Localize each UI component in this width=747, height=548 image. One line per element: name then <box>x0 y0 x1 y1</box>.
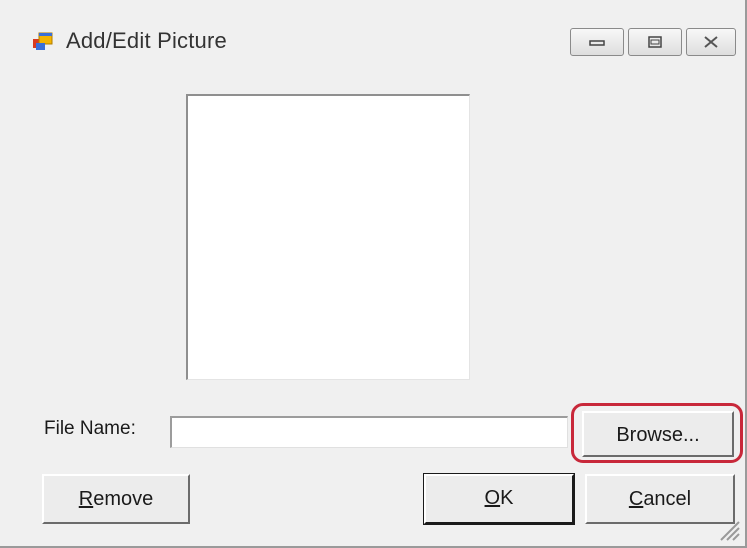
remove-button[interactable]: Remove <box>42 474 190 524</box>
remove-label-rest: emove <box>93 488 154 510</box>
ok-mnemonic: O <box>484 487 501 509</box>
remove-mnemonic: R <box>78 488 94 510</box>
window-title: Add/Edit Picture <box>66 28 227 53</box>
maximize-button[interactable] <box>628 28 682 56</box>
add-edit-picture-dialog: Add/Edit Picture File Name: Browse... Re… <box>0 0 747 548</box>
resize-grip-icon[interactable] <box>715 516 741 542</box>
app-window-icon <box>32 31 54 53</box>
cancel-button[interactable]: Cancel <box>585 474 735 524</box>
cancel-mnemonic: C <box>628 488 644 510</box>
file-name-label: File Name: <box>44 418 136 439</box>
picture-preview <box>186 94 470 380</box>
ok-label-rest: K <box>500 487 514 509</box>
ok-button[interactable]: OK <box>423 473 575 525</box>
cancel-label-rest: ancel <box>643 488 692 510</box>
minimize-button[interactable] <box>570 28 624 56</box>
close-button[interactable] <box>686 28 736 56</box>
browse-button[interactable]: Browse... <box>582 411 734 457</box>
title-bar[interactable]: Add/Edit Picture <box>0 0 745 76</box>
file-name-input[interactable] <box>170 416 568 448</box>
